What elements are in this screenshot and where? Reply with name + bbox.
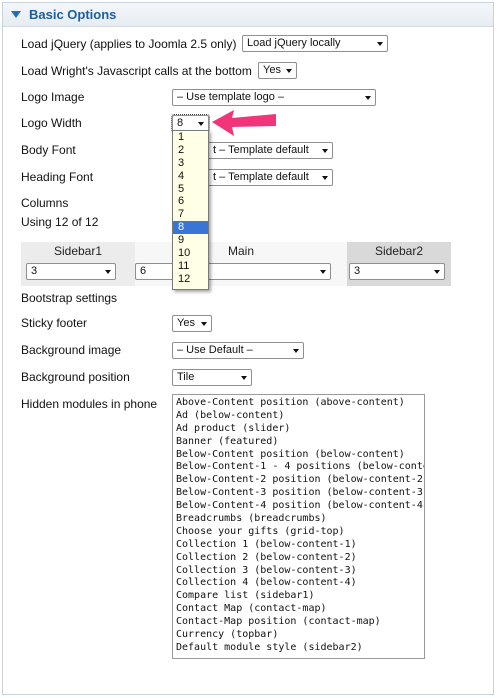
logo-width-option[interactable]: 11 [173,260,208,273]
hidden-module-option[interactable]: Ad (below-content) [176,410,421,423]
logo-width-option[interactable]: 10 [173,247,208,260]
hidden-modules-listbox[interactable]: Above-Content position (above-content) Ad… [172,394,425,659]
logo-width-option[interactable]: 8 [173,221,208,235]
logo-width-value: 8 [177,117,184,129]
hidden-module-option[interactable]: Below-Content-2 position (below-content-… [176,474,424,487]
chevron-down-icon [316,264,330,279]
logo-width-dropdown-list[interactable]: 1 2 3 4 5 6 7 8 9 10 11 12 [172,130,209,290]
chevron-down-icon [318,170,332,185]
columns-usage-text: Using 12 of 12 [21,215,99,229]
load-jquery-label: Load jQuery (applies to Joomla 2.5 only) [21,37,237,51]
chevron-down-icon [194,116,208,131]
hidden-module-option[interactable]: Collection 2 (below-content-2) [176,552,421,565]
main-value: 6 [140,265,147,277]
chevron-down-icon [289,343,303,358]
load-jquery-select[interactable]: Load jQuery locally [242,35,388,52]
logo-width-label: Logo Width [21,116,82,130]
sticky-footer-select[interactable]: Yes [172,315,212,332]
logo-image-value: – Use template logo – [177,91,285,103]
hidden-module-option[interactable]: Collection 1 (below-content-1) [176,539,421,552]
chevron-down-icon [197,316,211,331]
logo-width-option[interactable]: 5 [173,183,208,196]
logo-width-option[interactable]: 6 [173,195,208,208]
logo-width-option[interactable]: 4 [173,170,208,183]
sidebar1-column-label: Sidebar1 [53,244,103,258]
logo-width-option[interactable]: 1 [173,131,208,144]
hidden-module-option[interactable]: Below-Content-4 position (below-content-… [176,500,424,513]
load-wright-js-label: Load Wright's Javascript calls at the bo… [21,64,252,78]
hidden-module-option[interactable]: Breadcrumbs (breadcrumbs) [176,513,421,526]
background-image-value: – Use Default – [177,344,253,356]
logo-width-option[interactable]: 12 [173,273,208,286]
hidden-module-option[interactable]: Above-Content position (above-content) [176,397,421,410]
chevron-down-icon [237,370,251,385]
pointer-arrow-icon [212,110,276,136]
hidden-module-option[interactable]: Currency (topbar) [176,629,421,642]
load-wright-js-value: Yes [263,64,281,76]
load-jquery-value: Load jQuery locally [247,37,341,49]
load-wright-js-select[interactable]: Yes [258,62,297,79]
sticky-footer-label: Sticky footer [21,316,88,330]
hidden-modules-label: Hidden modules in phone [21,397,158,411]
logo-image-label: Logo Image [21,90,85,104]
collapse-triangle-icon[interactable] [11,11,21,18]
chevron-down-icon [373,36,387,51]
logo-width-option[interactable]: 2 [173,144,208,157]
chevron-down-icon [101,264,115,279]
background-position-value: Tile [177,371,195,383]
panel-title: Basic Options [29,7,117,22]
background-image-label: Background image [21,343,122,357]
hidden-module-option[interactable]: Banner (featured) [176,436,421,449]
logo-width-option[interactable]: 3 [173,157,208,170]
sidebar1-value: 3 [31,265,38,277]
hidden-module-option[interactable]: Contact Map (contact-map) [176,603,421,616]
chevron-down-icon [318,143,332,158]
chevron-down-icon [282,63,296,78]
hidden-module-option[interactable]: Contact-Map position (contact-map) [176,616,421,629]
logo-image-select[interactable]: – Use template logo – [172,89,376,106]
logo-width-option[interactable]: 7 [173,208,208,221]
hidden-module-option[interactable]: Below-Content-3 position (below-content-… [176,487,424,500]
sidebar2-value: 3 [354,265,361,277]
panel-header[interactable]: Basic Options [3,3,493,27]
heading-font-label: Heading Font [21,170,94,184]
hidden-module-option[interactable]: Ad product (slider) [176,423,421,436]
hidden-module-option[interactable]: Choose your gifts (grid-top) [176,526,421,539]
columns-label: Columns [21,196,69,210]
background-position-label: Background position [21,370,130,384]
sidebar1-width-select[interactable]: 3 [26,263,116,280]
hidden-module-option[interactable]: Default module style (sidebar2) [176,642,421,655]
main-column-label: Main [227,244,254,258]
sidebar2-width-select[interactable]: 3 [349,263,445,280]
hidden-module-option[interactable]: Collection 4 (below-content-4) [176,577,421,590]
body-font-label: Body Font [21,143,76,157]
chevron-down-icon [361,90,375,105]
hidden-module-option[interactable]: Below-Content-1 - 4 positions (below-con… [176,461,424,474]
background-position-select[interactable]: Tile [172,369,252,386]
logo-width-option[interactable]: 9 [173,234,208,247]
bootstrap-settings-label: Bootstrap settings [21,291,118,305]
hidden-module-option[interactable]: Below-Content position (below-content) [176,449,421,462]
sticky-footer-value: Yes [177,317,195,329]
hidden-module-option[interactable]: Compare list (sidebar1) [176,590,421,603]
chevron-down-icon [430,264,444,279]
sidebar2-column-label: Sidebar2 [374,244,424,258]
hidden-module-option[interactable]: Collection 3 (below-content-3) [176,565,421,578]
background-image-select[interactable]: – Use Default – [172,342,304,359]
columns-table: Sidebar1 Main Sidebar2 3 6 3 [21,242,451,286]
main-width-select[interactable]: 6 [135,263,331,280]
